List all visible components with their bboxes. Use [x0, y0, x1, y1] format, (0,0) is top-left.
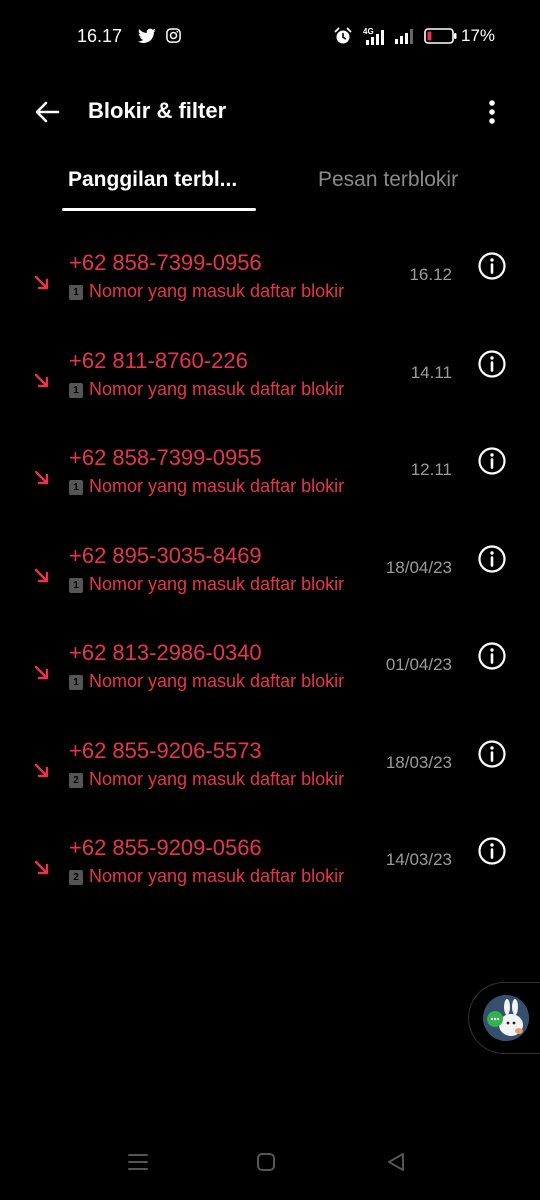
battery-percentage: 17% [461, 26, 496, 45]
floating-assistant-bubble[interactable] [468, 982, 540, 1054]
call-time: 12.11 [410, 460, 452, 479]
caller-number: +62 858-7399-0955 [69, 445, 262, 470]
call-time: 18/03/23 [385, 752, 452, 772]
block-reason: Nomor yang masuk daftar blokir [89, 671, 345, 691]
more-options-icon[interactable] [480, 96, 504, 128]
mobile-signal-4g-icon: 4G [363, 27, 384, 45]
signal-strength-icon [395, 29, 413, 44]
caller-number: +62 813-2986-0340 [69, 640, 262, 665]
incoming-call-arrow-icon [34, 860, 49, 875]
incoming-call-arrow-icon [34, 470, 49, 485]
call-time: 16.12 [409, 265, 452, 284]
incoming-call-arrow-icon [34, 665, 49, 680]
sim-slot-badge: 1 [69, 480, 83, 495]
block-reason: Nomor yang masuk daftar blokir [89, 281, 345, 301]
block-reason: Nomor yang masuk daftar blokir [89, 378, 345, 399]
call-time: 14.11 [410, 362, 452, 382]
caller-number: +62 855-9209-0566 [69, 835, 262, 860]
sim-slot-badge: 1 [69, 577, 83, 593]
info-icon[interactable] [476, 543, 508, 575]
block-reason: Nomor yang masuk daftar blokir [89, 866, 345, 886]
incoming-call-arrow-icon [34, 275, 49, 290]
sim-slot-badge: 2 [69, 870, 83, 885]
info-icon[interactable] [476, 348, 508, 380]
block-reason: Nomor yang masuk daftar blokir [89, 476, 345, 496]
sim-slot-badge: 2 [69, 772, 83, 788]
caller-number: +62 858-7399-0956 [69, 250, 262, 275]
system-navigation-bar [0, 1130, 540, 1200]
tab-blocked-messages[interactable]: Pesan terblokir [318, 168, 458, 192]
active-tab-indicator [62, 208, 256, 211]
caller-number: +62 855-9206-5573 [69, 737, 262, 763]
status-bar: 16.17 4G 17% [0, 0, 540, 72]
call-time: 01/04/23 [385, 655, 452, 674]
incoming-call-arrow-icon [34, 763, 49, 777]
assistant-avatar [483, 995, 529, 1041]
blocked-call-row[interactable]: +62 895-3035-8469 1 Nomor yang masuk dafta… [0, 543, 540, 639]
home-icon[interactable] [252, 1148, 280, 1176]
sim-slot-badge: 1 [69, 382, 83, 398]
blocked-call-row[interactable]: +62 858-7399-0956 1 Nomor yang masuk dafta… [0, 250, 540, 346]
info-icon[interactable] [476, 835, 508, 867]
page-title: Blokir & filter [88, 98, 227, 123]
status-time: 16.17 [77, 26, 123, 46]
incoming-call-arrow-icon [34, 373, 49, 387]
alarm-icon [334, 27, 352, 44]
blocked-call-row[interactable]: +62 855-9206-5573 2 Nomor yang masuk dafta… [0, 738, 540, 834]
tab-blocked-calls[interactable]: Panggilan terbl... [68, 168, 237, 192]
block-reason: Nomor yang masuk daftar blokir [89, 573, 345, 594]
call-time: 18/04/23 [385, 557, 452, 577]
instagram-icon [166, 28, 181, 43]
caller-number: +62 811-8760-226 [69, 347, 248, 373]
sim-slot-badge: 1 [69, 285, 83, 300]
call-time: 14/03/23 [385, 850, 452, 869]
sim-slot-badge: 1 [69, 675, 83, 690]
info-icon[interactable] [476, 445, 508, 477]
info-icon[interactable] [476, 640, 508, 672]
info-icon[interactable] [476, 738, 508, 770]
incoming-call-arrow-icon [34, 568, 49, 582]
blocked-call-row[interactable]: +62 858-7399-0955 1 Nomor yang masuk dafta… [0, 445, 540, 541]
back-nav-icon[interactable] [382, 1148, 410, 1176]
blocked-call-row[interactable]: +62 855-9209-0566 2 Nomor yang masuk dafta… [0, 835, 540, 931]
recent-apps-icon[interactable] [124, 1148, 152, 1176]
caller-number: +62 895-3035-8469 [69, 542, 262, 568]
info-icon[interactable] [476, 250, 508, 282]
blocked-call-row[interactable]: +62 813-2986-0340 1 Nomor yang masuk dafta… [0, 640, 540, 736]
block-reason: Nomor yang masuk daftar blokir [89, 768, 345, 789]
network-type-label: 4G [363, 27, 374, 36]
battery-icon [424, 28, 457, 44]
blocked-call-row[interactable]: +62 811-8760-226 1 Nomor yang masuk daftar… [0, 348, 540, 444]
back-arrow-icon[interactable] [32, 96, 64, 128]
twitter-icon [138, 28, 156, 43]
bunny-mascot-icon [483, 995, 529, 1041]
